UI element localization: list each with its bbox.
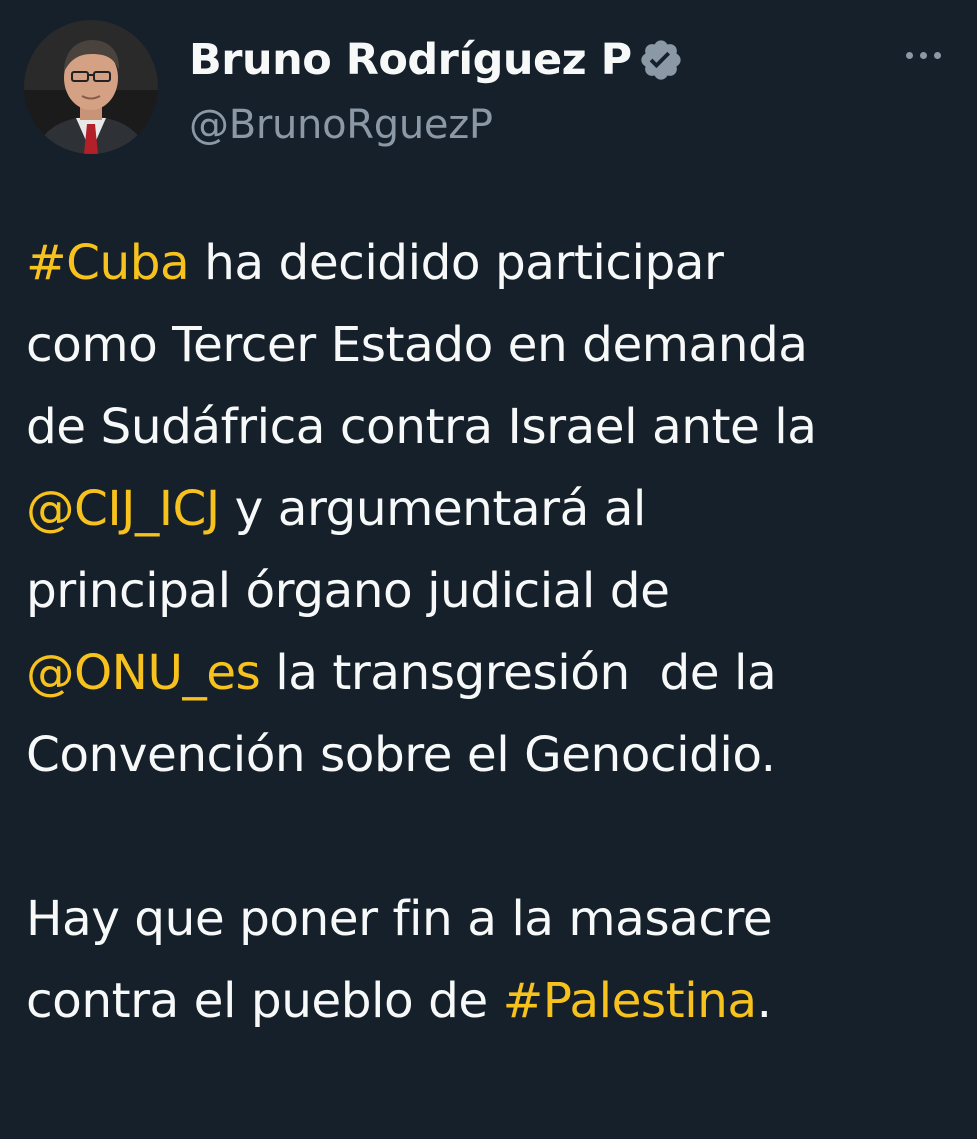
tweet-line: @ONU_es la transgresión de la [26,632,966,714]
paragraph-break [26,796,966,878]
tweet-text-segment: la transgresión de la [260,645,777,701]
mention-link[interactable]: @ONU_es [26,645,261,701]
hashtag-link[interactable]: #Cuba [26,235,190,291]
tweet-text: #Cuba ha decidido participar como Tercer … [26,222,966,1042]
tweet-line: contra el pueblo de #Palestina. [26,960,966,1042]
tweet-line: #Cuba ha decidido participar [26,222,966,304]
mention-link[interactable]: @CIJ_ICJ [26,481,220,537]
tweet-header: Bruno Rodríguez P @BrunoRguezP [24,20,954,160]
tweet-text-segment: de Sudáfrica contra Israel ante la [26,399,817,455]
tweet-text-segment: Hay que poner fin a la masacre [26,891,773,947]
tweet-line: Hay que poner fin a la masacre [26,878,966,960]
tweet-line: como Tercer Estado en demanda [26,304,966,386]
tweet-text-segment: . [756,973,772,1029]
tweet-text-segment: contra el pueblo de [26,973,503,1029]
author-handle[interactable]: @BrunoRguezP [189,102,684,148]
display-name-row: Bruno Rodríguez P [189,32,684,88]
more-options-icon[interactable] [906,40,954,70]
tweet-text-segment: Convención sobre el Genocidio. [26,727,776,783]
avatar-photo [24,20,158,154]
tweet: Bruno Rodríguez P @BrunoRguezP #Cuba ha … [0,0,977,1139]
author-display-name[interactable]: Bruno Rodríguez P [189,35,632,85]
tweet-line: Convención sobre el Genocidio. [26,714,966,796]
tweet-text-segment: como Tercer Estado en demanda [26,317,808,373]
tweet-line: de Sudáfrica contra Israel ante la [26,386,966,468]
tweet-text-segment: ha decidido participar [189,235,724,291]
tweet-text-segment: y argumentará al [219,481,647,537]
author-info: Bruno Rodríguez P @BrunoRguezP [189,32,684,148]
tweet-line: principal órgano judicial de [26,550,966,632]
tweet-line: @CIJ_ICJ y argumentará al [26,468,966,550]
verified-badge-icon[interactable] [638,37,684,83]
tweet-text-segment: principal órgano judicial de [26,563,670,619]
hashtag-link[interactable]: #Palestina [503,973,757,1029]
author-avatar[interactable] [24,20,158,154]
